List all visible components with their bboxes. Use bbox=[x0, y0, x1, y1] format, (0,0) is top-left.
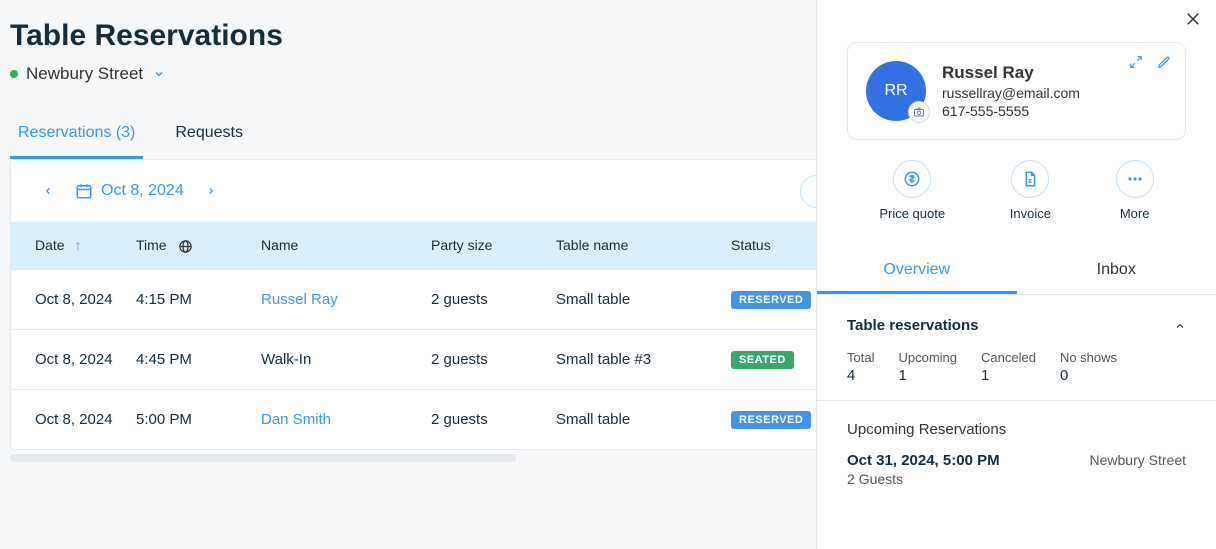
section-title: Table reservations bbox=[847, 317, 978, 334]
cell-name[interactable]: Russel Ray bbox=[261, 269, 431, 329]
upcoming-guests: 2 Guests bbox=[817, 469, 1216, 489]
cell-name[interactable]: Dan Smith bbox=[261, 389, 431, 449]
cell-table: Small table #3 bbox=[556, 329, 731, 389]
stat-canceled-label: Canceled bbox=[981, 350, 1036, 365]
cell-table: Small table bbox=[556, 389, 731, 449]
location-name: Newbury Street bbox=[26, 64, 143, 84]
stat-noshow-label: No shows bbox=[1060, 350, 1117, 365]
stat-total: Total 4 bbox=[847, 350, 874, 384]
stat-canceled-value: 1 bbox=[981, 367, 1036, 384]
close-panel-button[interactable] bbox=[1184, 10, 1202, 28]
tab-requests[interactable]: Requests bbox=[167, 114, 251, 159]
status-badge: SEATED bbox=[731, 351, 794, 369]
price-quote-label: Price quote bbox=[879, 206, 945, 221]
col-date-label: Date bbox=[35, 237, 65, 253]
dollar-icon bbox=[893, 160, 931, 198]
camera-icon[interactable] bbox=[908, 101, 930, 123]
cell-party: 2 guests bbox=[431, 329, 556, 389]
col-time[interactable]: Time bbox=[136, 222, 261, 269]
prev-day-button[interactable] bbox=[35, 181, 61, 201]
close-icon bbox=[1184, 10, 1202, 28]
contact-card: RR Russel Ray russellray@email.com 617-5… bbox=[847, 42, 1186, 140]
stat-total-value: 4 bbox=[847, 367, 874, 384]
more-icon bbox=[1116, 160, 1154, 198]
contact-phone: 617-555-5555 bbox=[942, 103, 1080, 119]
cell-time: 4:15 PM bbox=[136, 269, 261, 329]
avatar-initials: RR bbox=[884, 82, 907, 100]
stat-total-label: Total bbox=[847, 350, 874, 365]
stat-noshow-value: 0 bbox=[1060, 367, 1117, 384]
cell-party: 2 guests bbox=[431, 269, 556, 329]
invoice-action[interactable]: Invoice bbox=[1010, 160, 1051, 221]
cell-table: Small table bbox=[556, 269, 731, 329]
cell-date: Oct 8, 2024 bbox=[11, 329, 136, 389]
upcoming-when: Oct 31, 2024, 5:00 PM bbox=[847, 452, 1000, 469]
contact-side-panel: RR Russel Ray russellray@email.com 617-5… bbox=[816, 0, 1216, 549]
col-name[interactable]: Name bbox=[261, 222, 431, 269]
panel-tab-overview[interactable]: Overview bbox=[817, 249, 1017, 294]
upcoming-item[interactable]: Oct 31, 2024, 5:00 PM Newbury Street bbox=[817, 446, 1216, 469]
stat-noshow: No shows 0 bbox=[1060, 350, 1117, 384]
cell-time: 4:45 PM bbox=[136, 329, 261, 389]
status-dot-icon bbox=[10, 70, 18, 78]
next-day-button[interactable] bbox=[198, 181, 224, 201]
upcoming-title: Upcoming Reservations bbox=[817, 401, 1216, 446]
stat-upcoming: Upcoming 1 bbox=[898, 350, 957, 384]
upcoming-where: Newbury Street bbox=[1090, 452, 1186, 469]
stat-canceled: Canceled 1 bbox=[981, 350, 1036, 384]
date-picker[interactable]: Oct 8, 2024 bbox=[75, 182, 184, 200]
stats-row: Total 4 Upcoming 1 Canceled 1 No shows 0 bbox=[817, 344, 1216, 401]
globe-icon bbox=[178, 239, 193, 254]
col-party[interactable]: Party size bbox=[431, 222, 556, 269]
section-table-reservations[interactable]: Table reservations bbox=[817, 295, 1216, 344]
expand-icon bbox=[1129, 55, 1143, 69]
cell-date: Oct 8, 2024 bbox=[11, 269, 136, 329]
scrollbar-thumb[interactable] bbox=[10, 454, 516, 462]
panel-tab-inbox[interactable]: Inbox bbox=[1017, 249, 1216, 294]
tab-reservations[interactable]: Reservations (3) bbox=[10, 114, 143, 159]
more-action[interactable]: More bbox=[1116, 160, 1154, 221]
cell-party: 2 guests bbox=[431, 389, 556, 449]
chevron-down-icon bbox=[153, 68, 165, 80]
invoice-icon bbox=[1011, 160, 1049, 198]
pencil-icon bbox=[1157, 55, 1171, 69]
cell-date: Oct 8, 2024 bbox=[11, 389, 136, 449]
edit-contact-button[interactable] bbox=[1157, 55, 1171, 69]
stat-upcoming-label: Upcoming bbox=[898, 350, 957, 365]
invoice-label: Invoice bbox=[1010, 206, 1051, 221]
col-date[interactable]: Date ↑ bbox=[11, 222, 136, 269]
stat-upcoming-value: 1 bbox=[898, 367, 957, 384]
contact-email: russellray@email.com bbox=[942, 85, 1080, 101]
sort-asc-icon: ↑ bbox=[74, 237, 81, 253]
status-badge: RESERVED bbox=[731, 411, 811, 429]
page-title: Table Reservations bbox=[10, 19, 887, 53]
avatar[interactable]: RR bbox=[866, 61, 926, 121]
calendar-icon bbox=[75, 182, 93, 200]
price-quote-action[interactable]: Price quote bbox=[879, 160, 945, 221]
col-table[interactable]: Table name bbox=[556, 222, 731, 269]
contact-name: Russel Ray bbox=[942, 63, 1080, 83]
more-label: More bbox=[1120, 206, 1150, 221]
expand-button[interactable] bbox=[1129, 55, 1143, 69]
cell-name: Walk-In bbox=[261, 329, 431, 389]
col-time-label: Time bbox=[136, 237, 167, 253]
cell-time: 5:00 PM bbox=[136, 389, 261, 449]
status-badge: RESERVED bbox=[731, 291, 811, 309]
chevron-up-icon bbox=[1174, 320, 1186, 332]
date-value: Oct 8, 2024 bbox=[101, 182, 184, 200]
